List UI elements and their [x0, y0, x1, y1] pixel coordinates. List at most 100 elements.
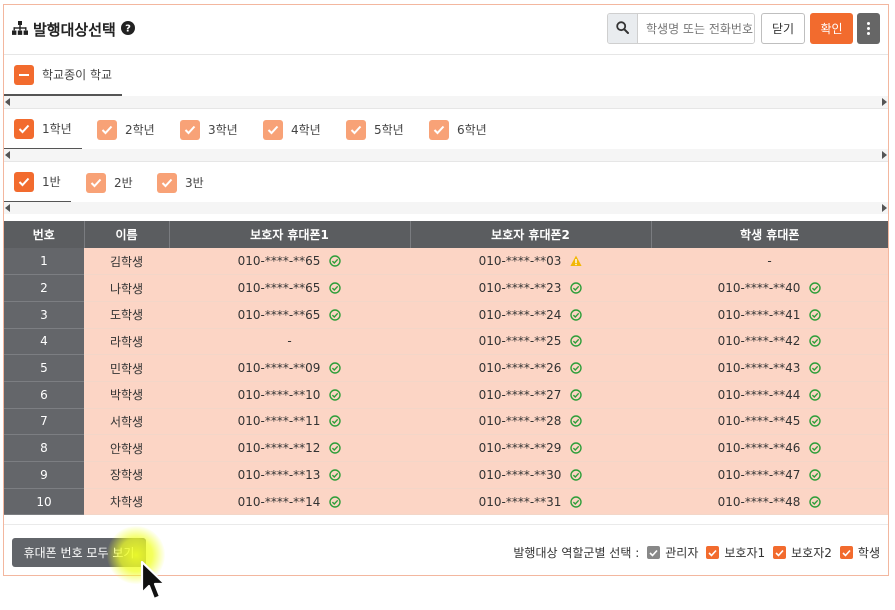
guardian-phone-1: 010-****-**65 [237, 281, 321, 296]
class-label: 3반 [185, 176, 204, 190]
student-phone-cell: - [651, 248, 888, 276]
checkbox[interactable] [647, 546, 661, 559]
tab-grade-6[interactable]: 6학년 [419, 109, 497, 150]
horizontal-scrollbar[interactable] [4, 202, 888, 214]
checkbox[interactable] [157, 172, 177, 193]
indeterminate-checkbox[interactable] [14, 64, 34, 85]
phone-value: 010-****-**41 [718, 308, 822, 322]
check-circle-icon [570, 442, 583, 454]
checkbox[interactable] [346, 119, 366, 140]
table-row[interactable]: 7 서학생 010-****-**11 010-****-**28 010-****-*… [4, 408, 888, 436]
tab-school[interactable]: 학교종이 학교 [4, 55, 123, 96]
tab-grade-3[interactable]: 3학년 [170, 109, 248, 150]
checkbox[interactable] [180, 119, 200, 140]
tab-class-2[interactable]: 2반 [76, 162, 143, 203]
student-name-cell: 김학생 [84, 248, 169, 276]
more-options-button[interactable] [857, 13, 880, 44]
table-header-row: 번호 이름 보호자 휴대폰1 보호자 휴대폰2 학생 휴대폰 [4, 221, 888, 248]
tab-class-3[interactable]: 3반 [147, 162, 214, 203]
row-number-cell: 6 [4, 381, 84, 409]
phone-value: 010-****-**45 [718, 414, 822, 428]
guardian-phone-2: 010-****-**28 [478, 414, 562, 429]
phone-value: 010-****-**14 [238, 495, 342, 509]
search-input[interactable] [638, 14, 754, 43]
role-label: 보호자1 [724, 546, 766, 560]
tab-class-1[interactable]: 1반 [4, 162, 71, 203]
table-row[interactable]: 10 차학생 010-****-**14 010-****-**31 010-****-… [4, 488, 888, 516]
check-circle-icon [329, 495, 342, 508]
scroll-left-arrow-icon[interactable] [5, 98, 10, 106]
student-phone: 010-****-**48 [717, 494, 801, 509]
check-circle-icon [570, 389, 583, 401]
phone-value: 010-****-**31 [479, 495, 583, 509]
role-guardian1[interactable]: 보호자1 [706, 544, 765, 561]
table-row[interactable]: 9 장학생 010-****-**13 010-****-**30 010-****-*… [4, 461, 888, 489]
class-filter-bar: 1반 2반 3반 [4, 161, 888, 214]
checkbox[interactable] [839, 546, 853, 559]
phone-value: 010-****-**27 [479, 388, 583, 402]
show-all-numbers-button[interactable]: 휴대폰 번호 모두 보기 [12, 538, 146, 567]
student-phone: - [767, 254, 772, 269]
checkbox[interactable] [14, 118, 34, 139]
phone-value: 010-****-**46 [718, 441, 822, 455]
checkbox[interactable] [773, 546, 787, 559]
role-guardian2[interactable]: 보호자2 [773, 544, 832, 561]
phone-value: 010-****-**09 [238, 361, 342, 375]
tab-grade-1[interactable]: 1학년 [4, 109, 82, 150]
check-circle-icon [809, 362, 822, 374]
search-button[interactable] [608, 14, 638, 43]
horizontal-scrollbar[interactable] [4, 149, 888, 161]
guardian-phone-2: 010-****-**26 [478, 361, 562, 376]
close-button[interactable]: 닫기 [761, 13, 805, 44]
scroll-right-arrow-icon[interactable] [882, 204, 887, 212]
table-row[interactable]: 5 민학생 010-****-**09 010-****-**26 010-****-*… [4, 354, 888, 382]
tab-grade-5[interactable]: 5학년 [336, 109, 414, 150]
confirm-button[interactable]: 확인 [810, 13, 853, 44]
scroll-left-arrow-icon[interactable] [5, 204, 10, 212]
question-circle-icon[interactable]: ? [120, 20, 135, 39]
check-circle-icon [570, 415, 583, 428]
phone-value: 010-****-**24 [479, 308, 583, 322]
student-name-cell: 라학생 [84, 328, 169, 356]
checkbox[interactable] [86, 172, 106, 193]
col-header: 학생 휴대폰 [651, 221, 888, 248]
tab-grade-4[interactable]: 4학년 [253, 109, 331, 150]
checkbox[interactable] [14, 171, 34, 192]
check-circle-icon [329, 255, 342, 267]
scroll-left-arrow-icon[interactable] [5, 151, 10, 159]
checkbox[interactable] [97, 119, 117, 140]
scroll-right-arrow-icon[interactable] [882, 151, 887, 159]
guardian-phone-1-cell: 010-****-**09 [169, 354, 410, 382]
check-icon [18, 124, 30, 133]
check-circle-icon [809, 389, 822, 401]
guardian-phone-2-cell: 010-****-**26 [410, 354, 651, 382]
role-label: 관리자 [665, 546, 699, 560]
phone-value: 010-****-**44 [718, 388, 822, 402]
table-row[interactable]: 6 박학생 010-****-**10 010-****-**27 010-****-*… [4, 381, 888, 409]
role-admin[interactable]: 관리자 [647, 544, 698, 561]
phone-value: - [767, 254, 771, 268]
table-row[interactable]: 4 라학생 - 010-****-**25 010-****-**42 [4, 328, 888, 356]
horizontal-scrollbar[interactable] [4, 96, 888, 108]
guardian-phone-2-cell: 010-****-**28 [410, 408, 651, 436]
student-name-cell: 박학생 [84, 381, 169, 409]
checkbox[interactable] [706, 546, 720, 559]
class-label: 1반 [42, 175, 61, 189]
grade-label: 6학년 [457, 123, 487, 137]
role-label: 학생 [857, 546, 880, 560]
table-row[interactable]: 2 나학생 010-****-**65 010-****-**23 010-****-*… [4, 274, 888, 302]
svg-text:?: ? [125, 24, 131, 35]
scroll-right-arrow-icon[interactable] [882, 98, 887, 106]
checkbox[interactable] [263, 119, 283, 140]
phone-value: 010-****-**13 [238, 468, 342, 482]
role-student[interactable]: 학생 [839, 544, 880, 561]
grade-label: 3학년 [208, 123, 238, 137]
guardian-phone-1: 010-****-**65 [237, 307, 321, 322]
table-row[interactable]: 1 김학생 010-****-**65 010-****-**03 - [4, 248, 888, 276]
table-row[interactable]: 8 안학생 010-****-**12 010-****-**29 010-****-*… [4, 434, 888, 462]
check-circle-icon [329, 282, 342, 294]
checkbox[interactable] [429, 119, 449, 140]
table-row[interactable]: 3 도학생 010-****-**65 010-****-**24 010-****-*… [4, 301, 888, 329]
grade-label: 2학년 [125, 123, 155, 137]
tab-grade-2[interactable]: 2학년 [87, 109, 165, 150]
